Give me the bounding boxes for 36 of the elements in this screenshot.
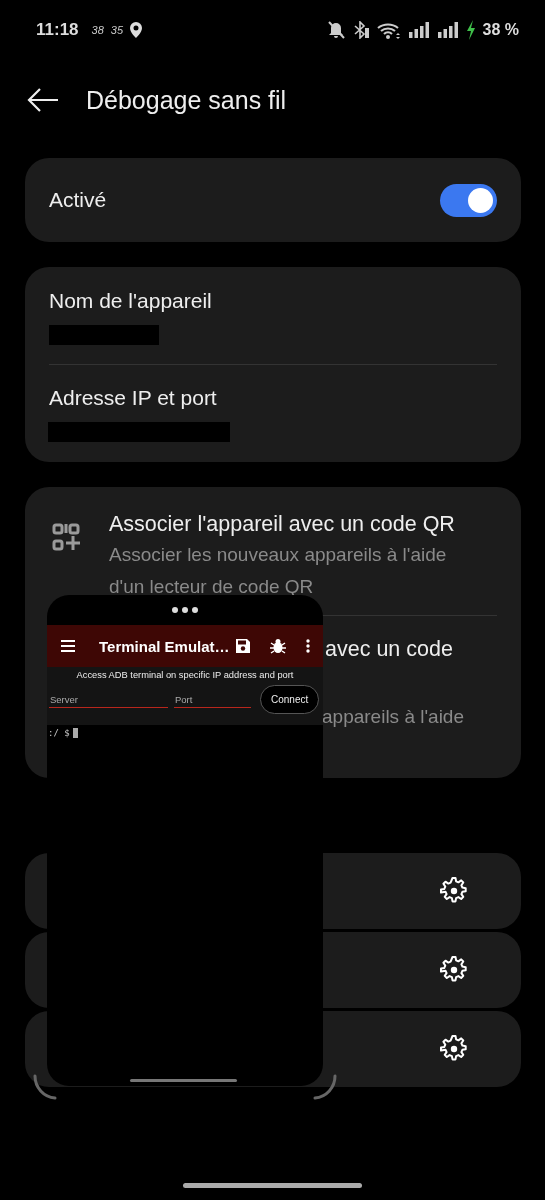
page-title: Débogage sans fil <box>86 85 287 115</box>
settings-icon[interactable] <box>440 877 468 905</box>
qr-add-icon <box>52 523 80 551</box>
signal-icon <box>407 22 430 38</box>
muted-bell-icon <box>326 21 345 39</box>
input-field[interactable]: Port <box>174 691 251 708</box>
option-description: Associer les nouveaux appareils à l'aide d'un lecteur de code QR <box>109 543 448 599</box>
more-options-icon[interactable] <box>306 639 310 653</box>
input-field[interactable]: Server <box>49 691 168 708</box>
hint-text: Access ADB terminal on specific IP address and port <box>75 670 295 680</box>
signal-icon <box>436 22 459 38</box>
resize-handle-icon[interactable] <box>33 1074 57 1100</box>
wifi-icon <box>376 21 401 39</box>
settings-icon[interactable] <box>440 1035 468 1063</box>
terminal-prompt: :/ $ <box>48 728 70 738</box>
toggle-switch[interactable] <box>440 183 497 217</box>
settings-icon[interactable] <box>440 956 468 984</box>
menu-icon[interactable] <box>61 640 75 652</box>
window-handle-icon[interactable] <box>172 607 198 613</box>
option-title: avec un code <box>325 636 454 663</box>
save-icon[interactable] <box>236 639 250 653</box>
setting-label: Nom de l'appareil <box>49 288 213 314</box>
resize-handle-icon[interactable] <box>313 1074 337 1100</box>
notification-icon: 35 <box>110 24 124 36</box>
option-title: Associer l'appareil avec un code QR <box>109 511 455 538</box>
terminal-cursor <box>72 728 78 738</box>
clock-time: 11:18 <box>36 20 79 40</box>
battery-level: 38 % <box>482 21 519 39</box>
option-description: appareils à l'aide <box>322 705 465 729</box>
bug-icon[interactable] <box>270 638 286 654</box>
back-arrow-icon[interactable] <box>27 88 59 112</box>
notification-icon: 38 <box>91 24 104 36</box>
connect-button[interactable]: Connect <box>260 685 320 714</box>
setting-label: Adresse IP et port <box>49 385 218 411</box>
location-icon <box>130 22 143 38</box>
switch-label: Activé <box>49 188 107 212</box>
